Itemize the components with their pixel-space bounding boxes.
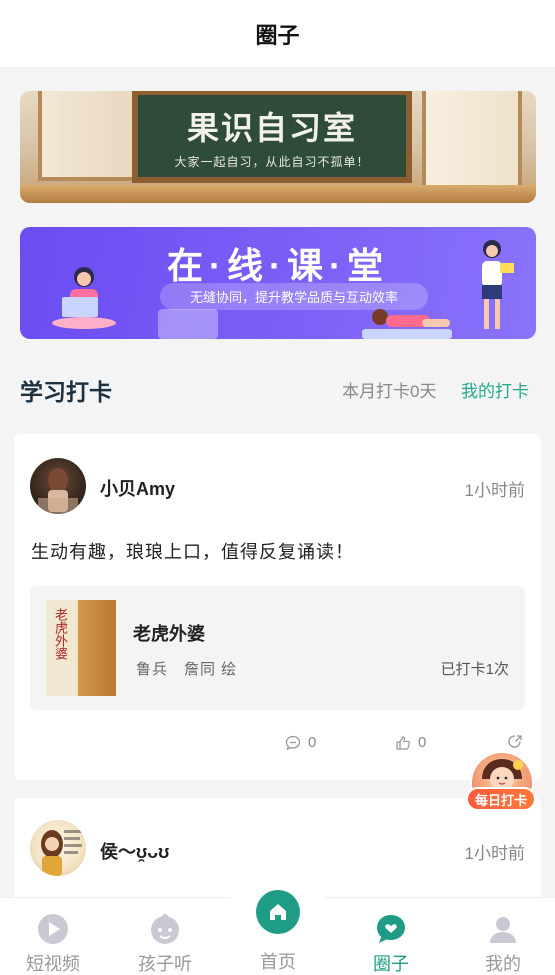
tab-label: 孩子听: [138, 954, 192, 974]
avatar[interactable]: [30, 458, 86, 514]
post-actions: 0 0: [14, 734, 541, 758]
checkin-section-header: 学习打卡 本月打卡0天 我的打卡: [0, 363, 555, 411]
share-icon: [508, 735, 522, 748]
door-illustration: [422, 91, 522, 191]
comment-button[interactable]: 0: [285, 734, 316, 751]
post-content: 生动有趣，琅琅上口，值得反复诵读！: [31, 542, 354, 562]
screen-illustration: [158, 309, 218, 339]
play-icon: [36, 912, 70, 946]
daily-checkin-float-button[interactable]: 每日打卡: [466, 751, 536, 815]
thumbs-up-icon: [396, 735, 410, 750]
comment-count: 0: [308, 734, 317, 751]
post-card[interactable]: 小贝Amy 1小时前 生动有趣，琅琅上口，值得反复诵读！ 老虎外婆 老虎外婆 鲁…: [14, 434, 541, 780]
girl-reading-illustration: [482, 240, 514, 329]
study-room-title: 果识自习室: [186, 108, 357, 147]
comment-icon: [285, 735, 301, 750]
tab-kids-listen[interactable]: 孩子听: [120, 912, 210, 975]
online-class-banner[interactable]: 在·线·课·堂 无缝协同，提升教学品质与互动效率: [20, 227, 536, 339]
book-title: 老虎外婆: [133, 624, 205, 644]
daily-checkin-label: 每日打卡: [466, 787, 536, 811]
person-icon: [486, 912, 520, 946]
month-checkin-count: 本月打卡0天: [342, 382, 437, 401]
page-title: 圈子: [255, 22, 300, 48]
tab-label: 短视频: [26, 954, 80, 974]
checkin-status: 已打卡1次: [440, 661, 509, 678]
post-time: 1小时前: [464, 481, 525, 500]
tab-label: 圈子: [373, 954, 409, 974]
tab-short-video[interactable]: 短视频: [8, 912, 98, 975]
book-card[interactable]: 老虎外婆 老虎外婆 鲁兵 詹同 绘 已打卡1次: [30, 586, 525, 710]
my-checkin-link[interactable]: 我的打卡: [461, 377, 529, 402]
post-time: 1小时前: [464, 844, 525, 863]
girl-lying-illustration: [362, 309, 452, 339]
section-title: 学习打卡: [20, 379, 112, 405]
tab-mine[interactable]: 我的: [458, 912, 548, 975]
book-authors: 鲁兵 詹同 绘: [136, 661, 238, 678]
tab-circle[interactable]: 圈子: [346, 912, 436, 975]
username[interactable]: 小贝Amy: [100, 475, 175, 501]
kid-face-icon: [148, 912, 182, 946]
desks-illustration: [20, 185, 536, 203]
top-header: 圈子: [0, 0, 555, 67]
book-cover-text: 老虎外婆: [52, 608, 67, 660]
like-count: 0: [418, 734, 427, 751]
home-icon: [256, 890, 300, 934]
study-room-subtitle: 大家一起自习，从此自习不孤单！: [174, 154, 370, 169]
like-button[interactable]: 0: [395, 734, 426, 751]
tab-label: 首页: [260, 952, 296, 972]
study-room-banner[interactable]: 果识自习室 大家一起自习，从此自习不孤单！: [20, 91, 536, 203]
blackboard: 果识自习室 大家一起自习，从此自习不孤单！: [132, 91, 412, 183]
tab-label: 我的: [485, 954, 521, 974]
bottom-tab-bar: 短视频 孩子听 首页 圈子 我的: [0, 884, 555, 975]
avatar[interactable]: [30, 820, 86, 876]
tab-home[interactable]: 首页: [233, 890, 323, 974]
username[interactable]: 侯～ʊ̯ᴗʊ: [100, 838, 169, 864]
chat-heart-icon: [374, 912, 408, 946]
book-cover: 老虎外婆: [46, 600, 116, 696]
share-button[interactable]: [507, 734, 523, 750]
online-class-title: 在·线·课·堂: [167, 245, 389, 286]
